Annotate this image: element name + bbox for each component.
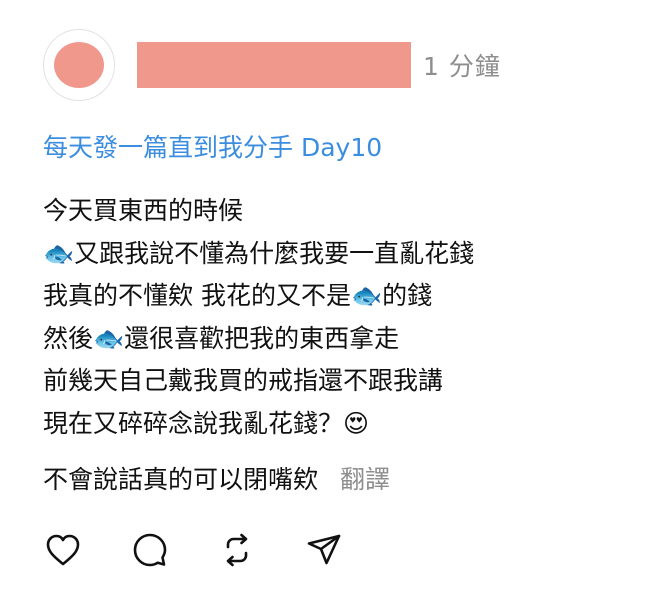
- post-card: 1 分鐘 每天發一篇直到我分手 Day10 今天買東西的時候 🐟又跟我說不懂為什…: [0, 0, 646, 606]
- send-icon: [307, 534, 341, 565]
- post-closing-row: 不會說話真的可以閉嘴欸 翻譯: [43, 460, 390, 496]
- post-body-line: 今天買東西的時候: [43, 196, 244, 225]
- post-body-line: 我真的不懂欸 我花的又不是🐟的錢: [43, 281, 433, 310]
- post-actions: [43, 530, 391, 570]
- avatar-redacted: [54, 42, 104, 88]
- heart-icon: [46, 534, 80, 566]
- translate-link[interactable]: 翻譯: [340, 460, 390, 496]
- post-body-line: 然後🐟還很喜歡把我的東西拿走: [43, 323, 400, 353]
- post-body-line: 🐟又跟我說不懂為什麼我要一直亂花錢: [43, 238, 475, 268]
- username-redacted[interactable]: [137, 42, 411, 88]
- repost-icon: [226, 533, 248, 567]
- topic-tag-link[interactable]: 每天發一篇直到我分手 Day10: [43, 128, 382, 164]
- comment-bubble-icon: [133, 533, 167, 567]
- post-body-line: 不會說話真的可以閉嘴欸: [43, 465, 319, 494]
- post-body-line: 現在又碎碎念說我亂花錢？😍: [43, 408, 370, 438]
- comment-button[interactable]: [130, 530, 170, 570]
- share-button[interactable]: [304, 530, 344, 570]
- like-button[interactable]: [43, 530, 83, 570]
- post-header: 1 分鐘: [43, 29, 500, 101]
- avatar[interactable]: [43, 29, 115, 101]
- post-body-line: 前幾天自己戴我買的戒指還不跟我講: [43, 366, 444, 395]
- post-body: 今天買東西的時候 🐟又跟我說不懂為什麼我要一直亂花錢 我真的不懂欸 我花的又不是…: [43, 190, 633, 445]
- post-timestamp: 1 分鐘: [423, 52, 501, 81]
- repost-button[interactable]: [217, 530, 257, 570]
